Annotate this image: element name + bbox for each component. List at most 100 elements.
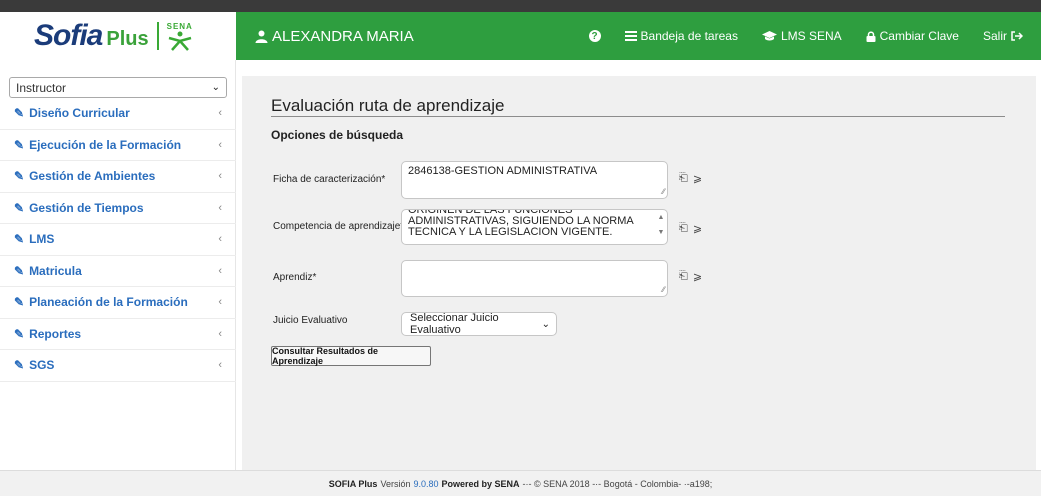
scroll-up-icon[interactable]: ▲ [658,212,665,223]
textarea-scrollbar[interactable]: ▲ ▼ [657,212,665,238]
edit-icon: ✎ [14,358,25,373]
header: Sofia Plus SENA ALEXANDRA MARIA ? Bandej… [0,12,1041,60]
chevron-left-icon: ‹ [218,138,222,151]
sidebar: Instructor ⌄ ✎ Diseño Curricular ‹ ✎ Eje… [0,60,236,470]
change-password-label: Cambiar Clave [879,29,959,43]
footer-powered: Powered by SENA [441,478,520,489]
competencia-tools: ⎗ ⩾ [679,222,702,235]
chevron-left-icon: ‹ [218,107,222,120]
footer-version: 9.0.80 [413,478,439,489]
edit-icon: ✎ [14,295,25,310]
top-strip [0,0,1041,12]
sidebar-item-gestion-tiempos[interactable]: ✎ Gestión de Tiempos ‹ [0,193,236,224]
role-select-value: Instructor [16,80,67,95]
ficha-field-value: 2846138-GESTION ADMINISTRATIVA [408,165,598,177]
juicio-select[interactable]: Seleccionar Juicio Evaluativo ⌄ [401,312,557,336]
ficha-label: Ficha de caracterización* [273,174,386,185]
edit-icon: ✎ [14,232,25,247]
juicio-label: Juicio Evaluativo [273,315,348,326]
edit-icon: ✎ [14,326,25,341]
footer-copyright: -·- © SENA 2018 -·- Bogotá - Colombia- ·… [522,478,713,489]
logo-sofia-text: Sofia [34,19,103,52]
lms-label: LMS SENA [780,29,842,43]
chevron-left-icon: ‹ [218,201,222,214]
sena-logo: SENA [167,22,193,51]
logout-label: Salir [982,29,1007,43]
sena-logo-text: SENA [166,21,193,31]
sidebar-item-label: Gestión de Tiempos [29,200,144,215]
edit-icon: ✎ [14,263,25,278]
sidebar-item-label: LMS [29,232,55,247]
list-icon [624,31,637,41]
tasks-label: Bandeja de tareas [640,29,738,43]
sidebar-item-label: Gestión de Ambientes [29,169,156,184]
chevron-left-icon: ‹ [218,264,222,277]
sidebar-item-reportes[interactable]: ✎ Reportes ‹ [0,319,236,350]
edit-icon: ✎ [14,137,25,152]
competencia-field[interactable]: ORIGINEN DE LAS FUNCIONES ADMINISTRATIVA… [401,209,668,245]
sidebar-item-label: Planeación de la Formación [29,295,188,310]
broom-icon[interactable]: ⩾ [693,172,702,185]
competencia-label: Competencia de aprendizaje* [273,221,405,232]
broom-icon[interactable]: ⩾ [693,222,702,235]
aprendiz-label: Aprendiz* [273,272,317,283]
top-nav: ALEXANDRA MARIA ? Bandeja de tareas LMS … [236,12,1041,60]
chevron-left-icon: ‹ [218,233,222,246]
lock-icon [866,31,876,42]
role-select[interactable]: Instructor ⌄ [9,77,227,98]
footer-version-prefix: Versión [380,478,411,489]
scroll-down-icon[interactable]: ▼ [658,227,665,238]
edit-icon: ✎ [14,169,25,184]
footer-brand: SOFIA Plus [328,478,378,489]
tasks-link[interactable]: Bandeja de tareas [624,29,738,43]
sidebar-item-label: Diseño Curricular [29,106,130,121]
user-name-label: ALEXANDRA MARIA [272,27,414,45]
sidebar-item-ejecucion-formacion[interactable]: ✎ Ejecución de la Formación ‹ [0,130,236,161]
sidebar-item-label: SGS [29,358,55,373]
logo[interactable]: Sofia Plus SENA [0,12,236,60]
sidebar-item-label: Reportes [29,326,82,341]
logout-link[interactable]: Salir [983,29,1023,43]
sidebar-item-sgs[interactable]: ✎ SGS ‹ [0,350,236,382]
consult-results-button[interactable]: Consultar Resultados de Aprendizaje [271,346,431,366]
competencia-field-value: ORIGINEN DE LAS FUNCIONES ADMINISTRATIVA… [408,209,634,238]
sidebar-item-diseno-curricular[interactable]: ✎ Diseño Curricular ‹ [0,98,236,130]
footer: SOFIA Plus Versión 9.0.80 Powered by SEN… [0,470,1041,496]
logo-divider [156,22,159,50]
ficha-field[interactable]: 2846138-GESTION ADMINISTRATIVA ∕∕ [401,161,668,199]
sidebar-item-planeacion-formacion[interactable]: ✎ Planeación de la Formación ‹ [0,287,236,319]
user-icon [255,30,268,43]
sidebar-menu: ✎ Diseño Curricular ‹ ✎ Ejecución de la … [0,98,236,382]
broom-icon[interactable]: ⩾ [693,270,702,283]
resize-handle-icon[interactable]: ∕∕ [662,186,665,197]
nav-actions: ? Bandeja de tareas LMS SENA Cambiar Cla… [588,29,1041,43]
change-password-link[interactable]: Cambiar Clave [866,29,959,43]
main-panel: Evaluación ruta de aprendizaje Opciones … [242,76,1036,470]
lms-link[interactable]: LMS SENA [761,29,842,43]
title-divider [271,116,1005,117]
juicio-select-value: Seleccionar Juicio Evaluativo [410,312,499,336]
edit-icon: ✎ [14,106,25,121]
logo-plus-text: Plus [106,27,149,50]
search-window-icon[interactable]: ⎗ [679,172,688,185]
help-icon[interactable]: ? [588,30,601,42]
aprendiz-tools: ⎗ ⩾ [679,270,702,283]
sidebar-item-matricula[interactable]: ✎ Matricula ‹ [0,256,236,287]
sidebar-item-gestion-ambientes[interactable]: ✎ Gestión de Ambientes ‹ [0,161,236,193]
search-window-icon[interactable]: ⎗ [679,222,688,235]
chevron-down-icon: ⌄ [541,318,550,330]
resize-handle-icon[interactable]: ∕∕ [662,284,665,295]
sign-out-icon [1011,31,1023,41]
edit-icon: ✎ [14,200,25,215]
chevron-down-icon: ⌄ [211,82,220,93]
sena-figure-icon [168,31,192,51]
sidebar-item-label: Matricula [29,263,82,278]
chevron-left-icon: ‹ [218,296,222,309]
sidebar-item-lms[interactable]: ✎ LMS ‹ [0,224,236,256]
chevron-left-icon: ‹ [218,170,222,183]
graduation-cap-icon [761,31,777,41]
aprendiz-field[interactable]: ∕∕ [401,260,668,297]
ficha-tools: ⎗ ⩾ [679,172,702,185]
search-window-icon[interactable]: ⎗ [679,270,688,283]
user-name: ALEXANDRA MARIA [255,28,414,45]
